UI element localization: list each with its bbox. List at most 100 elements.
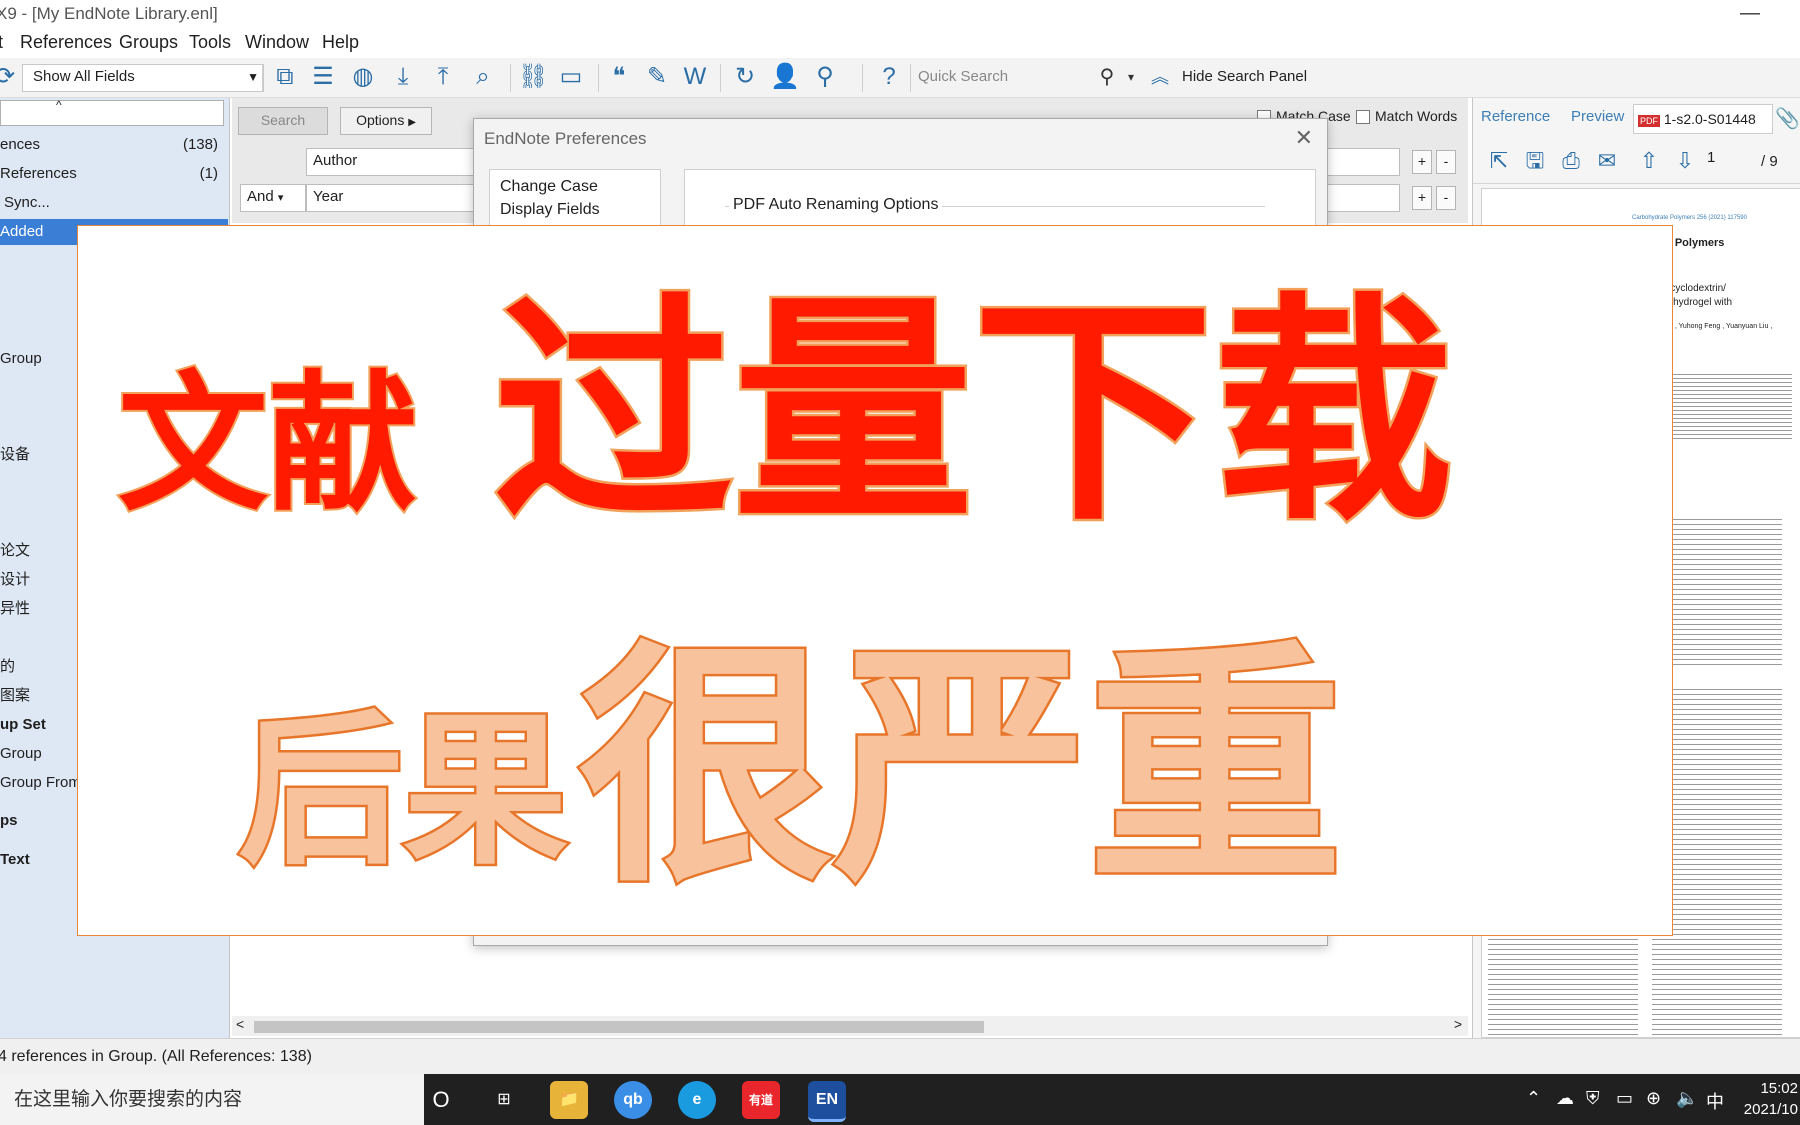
attachment-icon[interactable]: 📎 [1775, 106, 1800, 131]
volume-icon[interactable]: 🔈 [1676, 1088, 1698, 1109]
language-icon[interactable]: ⊕ [1646, 1088, 1661, 1109]
remove-row-button[interactable]: - [1436, 150, 1456, 174]
task-view-icon[interactable]: ⊞ [485, 1081, 523, 1119]
pdf-text-line [1488, 1034, 1638, 1035]
security-icon[interactable]: ⛨ [1586, 1088, 1600, 1109]
pdf-text-line [1662, 378, 1792, 379]
scroll-left-icon[interactable]: < [236, 1016, 244, 1032]
search-button[interactable]: Search [238, 107, 328, 135]
find-full-text-icon[interactable]: ⌕ [468, 62, 498, 92]
tab-reference[interactable]: Reference [1481, 108, 1550, 125]
headline-line1-small: 文献 [118, 358, 418, 532]
previous-page-icon[interactable]: ⇧ [1635, 147, 1663, 175]
menu-item-edit[interactable]: t [0, 32, 3, 53]
open-link-icon[interactable]: ⛓ [518, 62, 548, 92]
next-page-icon[interactable]: ⇩ [1671, 147, 1699, 175]
taskbar-search-input[interactable]: 在这里输入你要搜索的内容 [0, 1074, 424, 1125]
pdf-text-line [1652, 974, 1782, 975]
qbittorrent-icon[interactable]: qb [614, 1081, 652, 1119]
search-options-chevron-icon[interactable]: ▾ [1116, 62, 1146, 92]
display-icon[interactable]: ▭ [1616, 1088, 1633, 1109]
menu-item-window[interactable]: Window [245, 32, 309, 53]
pdf-text-line [1652, 1014, 1782, 1015]
ime-icon[interactable]: 中 [1706, 1088, 1724, 1114]
format-bibliography-icon[interactable]: ✎ [642, 62, 672, 92]
save-icon[interactable]: 🖫 [1521, 147, 1549, 175]
page-number-input[interactable]: 1 [1707, 149, 1715, 166]
pdf-text-line [1488, 989, 1638, 990]
cortana-icon[interactable]: O [422, 1081, 460, 1119]
word-icon[interactable]: W [680, 62, 710, 92]
insert-citation-icon[interactable]: ❝ [604, 62, 634, 92]
scroll-right-icon[interactable]: > [1454, 1016, 1462, 1032]
scrollbar-thumb[interactable] [254, 1021, 984, 1033]
menu-item-tools[interactable]: Tools [189, 32, 231, 53]
collapse-icon[interactable]: ︽ [1150, 62, 1170, 92]
horizontal-scrollbar[interactable]: < > [232, 1016, 1468, 1036]
tab-pdf[interactable]: PDF 1-s2.0-S01448 [1633, 104, 1773, 134]
pdf-text-line [1488, 944, 1638, 945]
import-icon[interactable]: ⤓ [388, 62, 418, 92]
tree-item-display-fields[interactable]: Display Fields [500, 201, 600, 219]
remove-row-button[interactable]: - [1436, 186, 1456, 210]
pdf-text-line [1652, 1019, 1782, 1020]
manage-group-icon[interactable]: ⚲ [810, 62, 840, 92]
sync-library-icon[interactable]: ↻ [730, 62, 760, 92]
headline-banner: 文献 过量下载 后果 很严重 [77, 225, 1673, 936]
group-filter-input[interactable] [0, 100, 224, 126]
sidebar-item-sync[interactable]: Sync... [0, 190, 228, 216]
sync-icon[interactable]: ⟳ [0, 62, 20, 92]
chevron-up-icon[interactable]: ^ [56, 98, 62, 112]
open-file-icon[interactable]: ▭ [556, 62, 586, 92]
open-external-icon[interactable]: ⇱ [1485, 147, 1513, 175]
title-bar: X9 - [My EndNote Library.enl] — [0, 0, 1800, 28]
hide-search-panel-button[interactable]: Hide Search Panel [1182, 64, 1307, 90]
tab-preview[interactable]: Preview [1571, 108, 1624, 125]
pdf-text-line [1652, 1004, 1782, 1005]
pdf-text-line [1652, 994, 1782, 995]
pdf-text-line [1662, 418, 1792, 419]
pdf-text-line [1662, 422, 1792, 423]
pdf-text-line [1662, 426, 1792, 427]
match-words-checkbox[interactable] [1356, 110, 1370, 124]
sidebar-item-label: ps [0, 812, 18, 829]
add-row-button[interactable]: + [1412, 150, 1432, 174]
pdf-text-line [1488, 1024, 1638, 1025]
pdf-text-line [1488, 949, 1638, 950]
add-row-button[interactable]: + [1412, 186, 1432, 210]
share-library-icon[interactable]: 👤 [770, 62, 800, 92]
edge-icon[interactable]: e [678, 1081, 716, 1119]
email-icon[interactable]: ✉ [1593, 147, 1621, 175]
field-select[interactable]: Show All Fields ▼ [22, 64, 264, 92]
minimize-icon[interactable]: — [1740, 2, 1760, 25]
system-clock[interactable]: 15:02 2021/10 [1744, 1078, 1798, 1120]
endnote-icon[interactable]: EN [808, 1081, 846, 1122]
print-icon[interactable]: ⎙ [1557, 147, 1585, 175]
menu-item-help[interactable]: Help [322, 32, 359, 53]
sidebar-item-unfiled[interactable]: References (1) [0, 161, 228, 187]
pdf-text-line [1488, 1009, 1638, 1010]
file-explorer-icon[interactable]: 📁 [550, 1081, 588, 1119]
sidebar-item-label: 论文 [0, 542, 31, 559]
toolbar-divider [910, 64, 911, 92]
pdf-text-line [1662, 430, 1792, 431]
pdf-text-line [1652, 939, 1782, 940]
menu-item-references[interactable]: References [20, 32, 112, 53]
help-icon[interactable]: ? [874, 62, 904, 92]
network-icon[interactable]: ☁ [1556, 1088, 1574, 1109]
new-reference-icon[interactable]: ☰ [308, 62, 338, 92]
connector-select[interactable]: And ▾ [240, 184, 306, 212]
options-button[interactable]: Options ▶ [340, 107, 432, 135]
close-icon[interactable]: ✕ [1295, 125, 1313, 151]
copy-to-library-icon[interactable]: ⧉ [270, 62, 300, 92]
online-search-icon[interactable]: ◍ [348, 62, 378, 92]
sidebar-item-all-references[interactable]: ences (138) [0, 132, 228, 158]
tree-item-change-case[interactable]: Change Case [500, 178, 598, 196]
export-icon[interactable]: ⤒ [428, 62, 458, 92]
menu-item-groups[interactable]: Groups [119, 32, 178, 53]
tray-chevron-icon[interactable]: ⌃ [1526, 1088, 1541, 1109]
sidebar-item-label: Group [0, 350, 42, 367]
windows-taskbar: 在这里输入你要搜索的内容 O ⊞ 📁 qb e 有道 EN ⌃ ☁ ⛨ ▭ ⊕ … [0, 1074, 1800, 1125]
youdao-icon[interactable]: 有道 [742, 1081, 780, 1119]
pdf-icon: PDF [1638, 115, 1660, 127]
